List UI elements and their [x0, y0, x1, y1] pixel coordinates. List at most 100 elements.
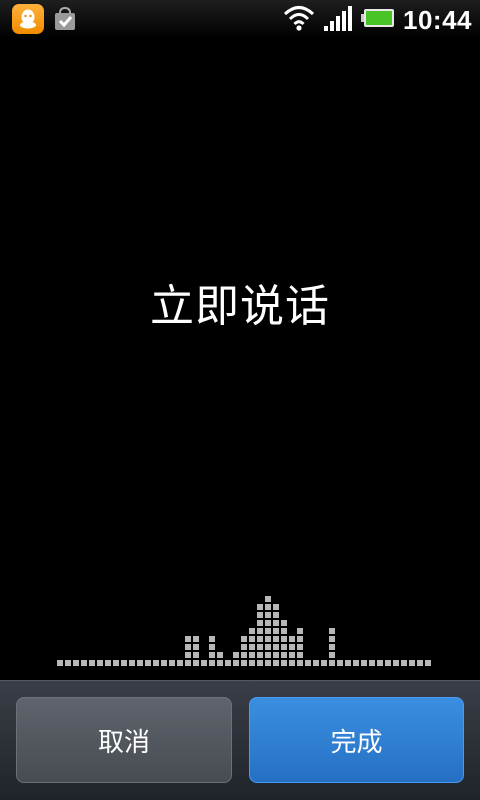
level-cell	[289, 660, 295, 666]
level-cell	[257, 652, 263, 658]
signal-icon	[323, 4, 353, 36]
level-cell	[273, 604, 279, 610]
level-cell	[209, 644, 215, 650]
level-cell	[257, 604, 263, 610]
level-cell	[257, 628, 263, 634]
battery-icon	[361, 7, 395, 33]
level-cell	[257, 612, 263, 618]
wifi-icon	[283, 4, 315, 36]
level-cell	[409, 660, 415, 666]
level-cell	[265, 596, 271, 602]
level-cell	[121, 660, 127, 666]
level-cell	[249, 644, 255, 650]
market-bag-icon[interactable]	[52, 6, 78, 32]
level-cell	[81, 660, 87, 666]
level-cell	[297, 636, 303, 642]
level-cell	[273, 628, 279, 634]
level-cell	[217, 652, 223, 658]
level-cell	[385, 660, 391, 666]
level-cell	[281, 652, 287, 658]
level-cell	[113, 660, 119, 666]
done-button-label: 完成	[330, 727, 383, 758]
level-cell	[145, 660, 151, 666]
level-cell	[105, 660, 111, 666]
level-cell	[225, 660, 231, 666]
level-cell	[297, 660, 303, 666]
done-button[interactable]: 完成	[249, 697, 464, 783]
level-cell	[281, 636, 287, 642]
level-cell	[209, 660, 215, 666]
level-cell	[361, 660, 367, 666]
button-bar: 取消 完成	[0, 680, 480, 800]
level-cell	[281, 628, 287, 634]
level-cell	[321, 660, 327, 666]
level-cell	[265, 644, 271, 650]
level-cell	[329, 660, 335, 666]
level-cell	[265, 628, 271, 634]
cancel-button-label: 取消	[97, 727, 150, 758]
level-cell	[209, 636, 215, 642]
level-cell	[265, 652, 271, 658]
level-cell	[345, 660, 351, 666]
level-cell	[281, 620, 287, 626]
level-cell	[249, 636, 255, 642]
level-cell	[265, 620, 271, 626]
level-cell	[337, 660, 343, 666]
level-cell	[425, 660, 431, 666]
level-cell	[241, 644, 247, 650]
level-cell	[265, 604, 271, 610]
level-cell	[353, 660, 359, 666]
level-cell	[281, 660, 287, 666]
level-cell	[257, 636, 263, 642]
level-cell	[65, 660, 71, 666]
level-cell	[153, 660, 159, 666]
level-cell	[289, 652, 295, 658]
level-cell	[257, 620, 263, 626]
level-cell	[241, 636, 247, 642]
level-cell	[57, 660, 63, 666]
level-cell	[185, 652, 191, 658]
level-cell	[233, 660, 239, 666]
level-cell	[273, 636, 279, 642]
level-cell	[369, 660, 375, 666]
level-cell	[73, 660, 79, 666]
level-cell	[177, 660, 183, 666]
level-cell	[289, 636, 295, 642]
level-cell	[329, 644, 335, 650]
level-cell	[417, 660, 423, 666]
qq-notification-icon[interactable]	[12, 4, 44, 34]
level-cell	[265, 636, 271, 642]
level-cell	[289, 644, 295, 650]
cancel-button[interactable]: 取消	[16, 697, 232, 783]
level-cell	[129, 660, 135, 666]
level-cell	[217, 660, 223, 666]
level-cell	[169, 660, 175, 666]
level-cell	[193, 652, 199, 658]
level-cell	[241, 652, 247, 658]
level-cell	[201, 660, 207, 666]
level-cell	[257, 660, 263, 666]
level-cell	[313, 660, 319, 666]
level-cell	[249, 660, 255, 666]
speak-now-prompt: 立即说话	[150, 281, 330, 332]
level-cell	[297, 644, 303, 650]
level-cell	[297, 628, 303, 634]
audio-level-meter	[57, 596, 431, 666]
level-cell	[265, 612, 271, 618]
level-cell	[193, 644, 199, 650]
level-cell	[161, 660, 167, 666]
level-cell	[185, 660, 191, 666]
level-cell	[249, 628, 255, 634]
level-cell	[257, 644, 263, 650]
voice-input-screen: 10:44 立即说话 取消 完成	[0, 0, 480, 800]
level-cell	[249, 652, 255, 658]
level-cell	[281, 644, 287, 650]
level-cell	[329, 636, 335, 642]
level-cell	[193, 660, 199, 666]
level-cell	[273, 652, 279, 658]
level-cell	[329, 628, 335, 634]
level-cell	[89, 660, 95, 666]
level-cell	[137, 660, 143, 666]
status-bar: 10:44	[0, 0, 480, 38]
level-cell	[273, 644, 279, 650]
